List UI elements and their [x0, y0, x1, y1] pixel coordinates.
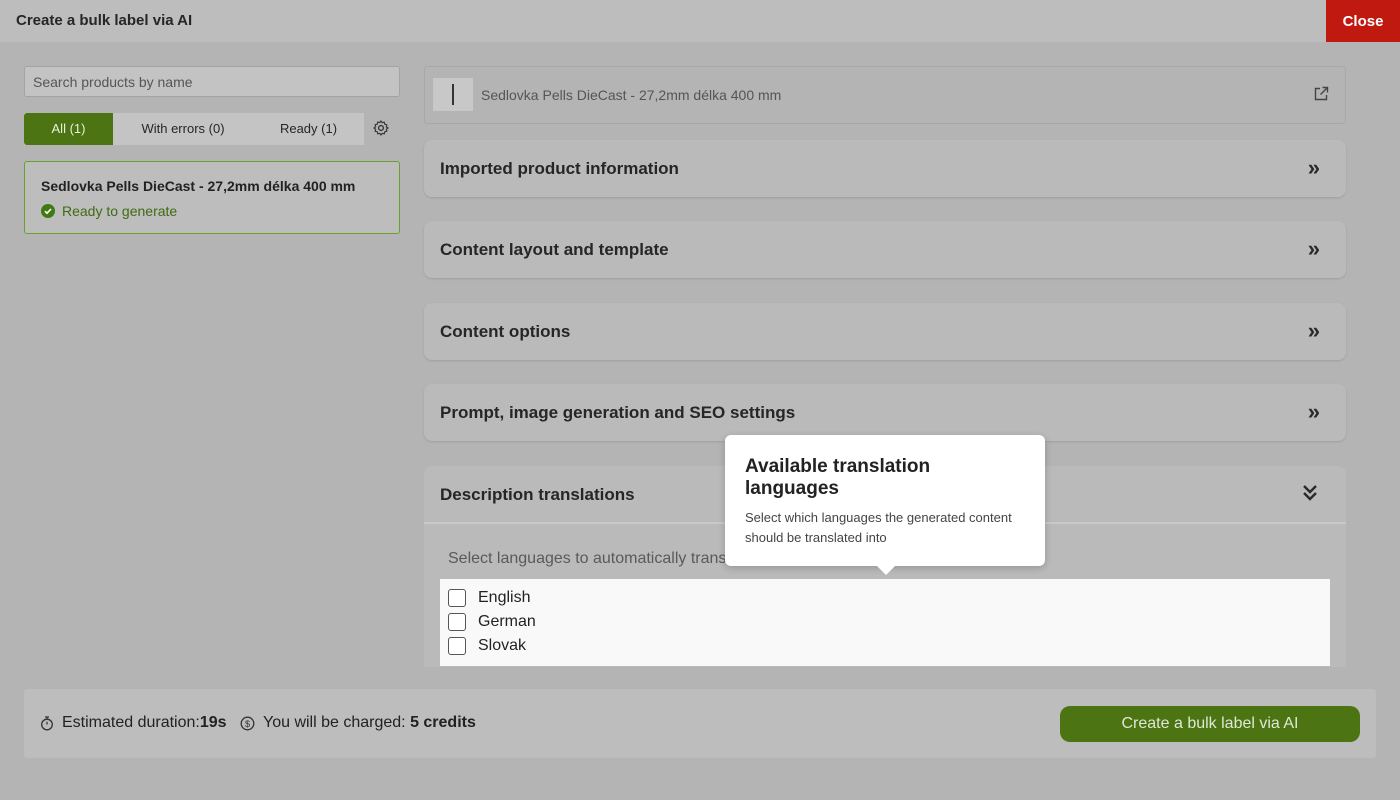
window-title: Create a bulk label via AI [16, 12, 193, 29]
estimated-duration: Estimated duration:19s [40, 714, 227, 732]
checkbox[interactable] [448, 637, 466, 655]
section-content-options[interactable]: Content options » [424, 303, 1346, 360]
svg-text:$: $ [245, 718, 250, 728]
language-label: Slovak [478, 637, 527, 654]
section-imported-info[interactable]: Imported product information » [424, 140, 1346, 197]
section-content-layout[interactable]: Content layout and template » [424, 221, 1346, 278]
tooltip: Available translation languages Select w… [725, 435, 1045, 575]
external-link-icon[interactable] [1313, 86, 1329, 102]
language-option-english[interactable]: English [448, 589, 530, 607]
charge-label: You will be charged: [263, 714, 411, 731]
checkbox[interactable] [448, 613, 466, 631]
duration-value: 19s [199, 714, 227, 731]
product-thumbnail [433, 78, 473, 111]
tab-with-errors[interactable]: With errors (0) [113, 113, 253, 145]
section-title: Content options [440, 322, 571, 341]
product-status: Ready to generate [41, 203, 177, 219]
duration-label: Estimated duration: [62, 714, 200, 731]
selected-product-name: Sedlovka Pells DieCast - 27,2mm délka 40… [481, 87, 782, 103]
chevron-right-icon: » [1307, 155, 1320, 180]
section-prompt-seo[interactable]: Prompt, image generation and SEO setting… [424, 384, 1346, 441]
chevron-double-down-icon[interactable] [1302, 484, 1318, 502]
chevron-right-icon: » [1307, 318, 1320, 343]
section-title: Imported product information [440, 159, 679, 178]
coin-icon: $ [240, 716, 255, 730]
chevron-right-icon: » [1307, 399, 1320, 424]
language-label: German [478, 613, 536, 630]
create-bulk-label-button[interactable]: Create a bulk label via AI [1060, 706, 1360, 742]
section-title: Prompt, image generation and SEO setting… [440, 403, 796, 422]
selected-product-header: Sedlovka Pells DieCast - 27,2mm délka 40… [424, 66, 1346, 124]
language-option-german[interactable]: German [448, 613, 536, 631]
check-circle-icon [41, 204, 55, 218]
translations-prompt: Select languages to automatically transl [448, 550, 730, 567]
filter-tabs: All (1) With errors (0) Ready (1) [24, 113, 364, 145]
product-name: Sedlovka Pells DieCast - 27,2mm délka 40… [41, 178, 356, 194]
tooltip-title: Available translation languages [745, 456, 931, 499]
checkbox[interactable] [448, 589, 466, 607]
search-input[interactable] [24, 66, 400, 97]
chevron-right-icon: » [1307, 236, 1320, 261]
section-title: Content layout and template [440, 240, 669, 259]
status-label: Ready to generate [62, 203, 178, 219]
language-label: English [478, 589, 531, 606]
top-bar: Create a bulk label via AI Close [0, 0, 1400, 42]
tooltip-description: Select which languages the generated con… [745, 510, 1012, 545]
product-list-item[interactable]: Sedlovka Pells DieCast - 27,2mm délka 40… [24, 161, 400, 234]
stopwatch-icon [41, 715, 53, 730]
gear-icon[interactable] [372, 119, 390, 137]
tab-all[interactable]: All (1) [24, 113, 113, 145]
tab-ready[interactable]: Ready (1) [253, 113, 364, 145]
close-button[interactable]: Close [1326, 0, 1400, 42]
charge-value: 5 credits [410, 714, 476, 731]
language-list: English German Slovak [440, 579, 1330, 666]
footer-bar: Estimated duration:19s $ You will be cha… [24, 689, 1376, 758]
section-title[interactable]: Description translations [440, 485, 635, 505]
charge-info: $ You will be charged: 5 credits [240, 714, 476, 732]
language-option-slovak[interactable]: Slovak [448, 637, 526, 655]
